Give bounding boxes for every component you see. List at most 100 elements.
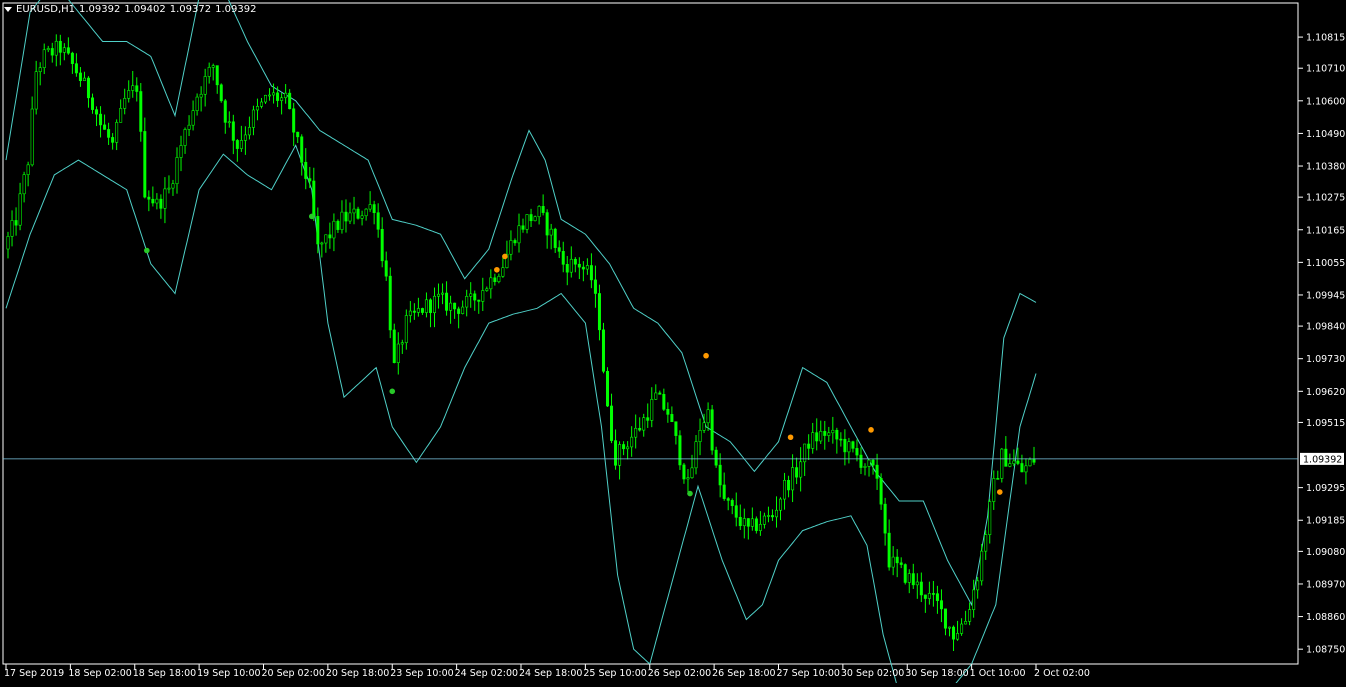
candle (235, 138, 239, 162)
x-tick-label: 27 Sep 10:00 (777, 668, 840, 679)
candle-body (855, 448, 859, 456)
candle-body (871, 459, 875, 466)
candle (754, 516, 758, 534)
time-axis[interactable]: 17 Sep 2019 18 Sep 02:00 18 Sep 18:00 19 Se… (4, 664, 1090, 679)
candle-body (131, 85, 135, 91)
candle-body (481, 290, 485, 302)
candle (58, 34, 62, 66)
candle-body (211, 65, 215, 68)
candle (30, 96, 34, 167)
candle (428, 298, 432, 328)
candle-body (70, 52, 74, 64)
close-price: 1.09392 (215, 4, 257, 15)
candle-body (513, 240, 517, 244)
candle (980, 543, 984, 586)
candle-body (618, 444, 622, 466)
candle (915, 573, 919, 599)
candle-body (654, 392, 658, 400)
candle-body (573, 258, 577, 265)
candle-body (911, 573, 915, 586)
candle (1004, 436, 1008, 467)
candle-body (509, 240, 513, 255)
candle-body (589, 265, 593, 281)
candle (364, 208, 368, 221)
candle (437, 283, 441, 309)
candle (91, 93, 95, 114)
candle (115, 119, 119, 151)
y-tick-label: 1.10165 (1306, 225, 1345, 236)
candle-body (988, 501, 992, 535)
current-price-label: 1.09392 (1303, 454, 1342, 465)
candle (762, 512, 766, 529)
candle (919, 572, 923, 603)
chart-window[interactable]: EURUSD,H1 1.09392 1.09402 1.09372 1.0939… (0, 0, 1346, 687)
candle-body (1012, 460, 1016, 464)
candle-body (674, 421, 678, 436)
candle-body (746, 518, 750, 527)
candle-body (372, 204, 376, 214)
candle-body (251, 109, 255, 128)
candle (372, 200, 376, 225)
chart-header: EURUSD,H1 1.09392 1.09402 1.09372 1.0939… (4, 4, 256, 15)
price-chart[interactable]: 1.10815 1.10710 1.10600 1.10490 1.10380 1.102… (0, 0, 1346, 687)
candle (791, 454, 795, 503)
candle-body (984, 534, 988, 552)
candle-body (783, 480, 787, 500)
candle-body (388, 275, 392, 331)
candle (597, 284, 601, 341)
candle (159, 194, 163, 219)
candle (779, 497, 783, 521)
low-price: 1.09372 (169, 4, 212, 15)
candle-body (879, 478, 883, 505)
candle-body (577, 263, 581, 268)
candle-body (947, 626, 951, 629)
y-tick-label: 1.09620 (1306, 387, 1345, 398)
x-tick-label: 25 Sep 10:00 (583, 668, 646, 679)
candle-body (593, 279, 597, 294)
candle (380, 217, 384, 268)
y-tick-label: 1.09730 (1306, 354, 1345, 365)
candle (457, 306, 461, 329)
candle (606, 367, 610, 407)
candle-body (344, 211, 348, 222)
candle-body (762, 515, 766, 525)
candle (207, 62, 211, 84)
candle-body (432, 295, 436, 313)
candle (662, 388, 666, 411)
x-tick-label: 17 Sep 2019 (4, 668, 64, 679)
candle (557, 240, 561, 259)
candle (497, 273, 501, 284)
candle-body (867, 459, 871, 467)
candle (1024, 458, 1028, 485)
candle-body (569, 258, 573, 273)
candle (541, 194, 545, 216)
candle (839, 432, 843, 447)
candle (730, 498, 734, 515)
candle (70, 51, 74, 74)
candle (259, 97, 263, 109)
candle-body (964, 621, 968, 625)
candle-body (827, 432, 831, 436)
candle (139, 83, 143, 142)
candle (565, 255, 569, 286)
candle-body (698, 430, 702, 442)
candle-body (702, 422, 706, 431)
candle (304, 148, 308, 190)
y-tick-label: 1.10600 (1306, 96, 1345, 107)
candle (899, 557, 903, 569)
candle-body (324, 234, 328, 244)
candle-body (678, 435, 682, 466)
candle (923, 594, 927, 613)
candle-body (195, 96, 199, 111)
candle (750, 507, 754, 531)
candle-body (597, 293, 601, 331)
candle (227, 111, 231, 128)
dropdown-triangle-icon[interactable] (4, 7, 12, 12)
price-axis[interactable]: 1.10815 1.10710 1.10600 1.10490 1.10380 1.102… (1298, 33, 1345, 656)
candle (264, 94, 268, 104)
candle (1020, 454, 1024, 473)
signal-dot-green (308, 213, 315, 220)
candle (78, 67, 82, 87)
candle-body (300, 136, 304, 163)
candle-body (477, 299, 481, 302)
